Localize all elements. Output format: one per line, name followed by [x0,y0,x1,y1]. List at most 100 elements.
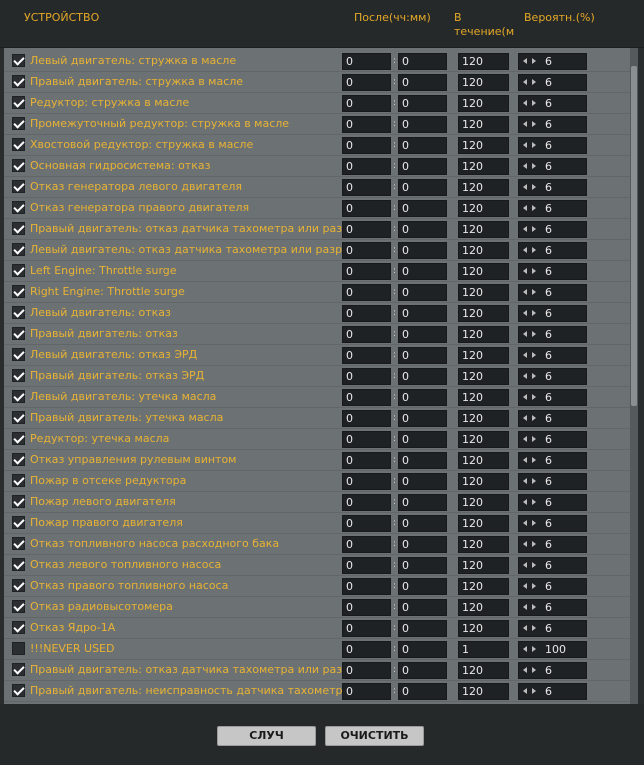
probability-spinner[interactable]: 6 [518,221,587,238]
duration-field[interactable]: 120 [458,515,509,532]
probability-spinner[interactable]: 6 [518,683,587,700]
vertical-scrollbar[interactable] [630,48,638,704]
after-hours-field[interactable]: 0 [342,305,391,322]
after-minutes-field[interactable]: 0 [398,179,447,196]
increment-arrow-icon[interactable] [532,625,536,631]
enable-checkbox[interactable] [12,306,25,319]
duration-field[interactable]: 120 [458,599,509,616]
decrement-arrow-icon[interactable] [523,457,527,463]
after-minutes-field[interactable]: 0 [398,74,447,91]
duration-field[interactable]: 120 [458,53,509,70]
after-hours-field[interactable]: 0 [342,410,391,427]
increment-arrow-icon[interactable] [532,688,536,694]
duration-field[interactable]: 120 [458,389,509,406]
after-minutes-field[interactable]: 0 [398,536,447,553]
enable-checkbox[interactable] [12,684,25,697]
after-minutes-field[interactable]: 0 [398,620,447,637]
increment-arrow-icon[interactable] [532,268,536,274]
after-minutes-field[interactable]: 0 [398,578,447,595]
probability-spinner[interactable]: 6 [518,473,587,490]
increment-arrow-icon[interactable] [532,58,536,64]
enable-checkbox[interactable] [12,579,25,592]
duration-field[interactable]: 120 [458,662,509,679]
after-hours-field[interactable]: 0 [342,53,391,70]
decrement-arrow-icon[interactable] [523,688,527,694]
after-hours-field[interactable]: 0 [342,683,391,700]
duration-field[interactable]: 120 [458,410,509,427]
probability-spinner[interactable]: 6 [518,557,587,574]
probability-spinner[interactable]: 6 [518,158,587,175]
probability-spinner[interactable]: 6 [518,494,587,511]
decrement-arrow-icon[interactable] [523,583,527,589]
duration-field[interactable]: 120 [458,473,509,490]
probability-spinner[interactable]: 100 [518,641,587,658]
probability-spinner[interactable]: 6 [518,620,587,637]
after-minutes-field[interactable]: 0 [398,305,447,322]
increment-arrow-icon[interactable] [532,583,536,589]
after-hours-field[interactable]: 0 [342,284,391,301]
after-hours-field[interactable]: 0 [342,95,391,112]
after-hours-field[interactable]: 0 [342,263,391,280]
decrement-arrow-icon[interactable] [523,520,527,526]
random-button[interactable]: СЛУЧ [217,726,316,746]
probability-spinner[interactable]: 6 [518,53,587,70]
after-minutes-field[interactable]: 0 [398,221,447,238]
probability-spinner[interactable]: 6 [518,95,587,112]
probability-spinner[interactable]: 6 [518,410,587,427]
after-hours-field[interactable]: 0 [342,326,391,343]
probability-spinner[interactable]: 6 [518,74,587,91]
after-hours-field[interactable]: 0 [342,368,391,385]
increment-arrow-icon[interactable] [532,457,536,463]
duration-field[interactable]: 120 [458,431,509,448]
enable-checkbox[interactable] [12,558,25,571]
after-hours-field[interactable]: 0 [342,347,391,364]
decrement-arrow-icon[interactable] [523,310,527,316]
decrement-arrow-icon[interactable] [523,625,527,631]
increment-arrow-icon[interactable] [532,184,536,190]
decrement-arrow-icon[interactable] [523,646,527,652]
after-minutes-field[interactable]: 0 [398,662,447,679]
increment-arrow-icon[interactable] [532,205,536,211]
enable-checkbox[interactable] [12,264,25,277]
increment-arrow-icon[interactable] [532,100,536,106]
increment-arrow-icon[interactable] [532,541,536,547]
after-minutes-field[interactable]: 0 [398,683,447,700]
after-minutes-field[interactable]: 0 [398,494,447,511]
decrement-arrow-icon[interactable] [523,79,527,85]
after-hours-field[interactable]: 0 [342,515,391,532]
probability-spinner[interactable]: 6 [518,578,587,595]
duration-field[interactable]: 120 [458,116,509,133]
increment-arrow-icon[interactable] [532,373,536,379]
after-hours-field[interactable]: 0 [342,557,391,574]
decrement-arrow-icon[interactable] [523,562,527,568]
increment-arrow-icon[interactable] [532,289,536,295]
enable-checkbox[interactable] [12,75,25,88]
increment-arrow-icon[interactable] [532,499,536,505]
after-hours-field[interactable]: 0 [342,599,391,616]
clear-button[interactable]: ОЧИСТИТЬ [325,726,424,746]
enable-checkbox[interactable] [12,621,25,634]
after-minutes-field[interactable]: 0 [398,599,447,616]
enable-checkbox[interactable] [12,285,25,298]
decrement-arrow-icon[interactable] [523,142,527,148]
decrement-arrow-icon[interactable] [523,184,527,190]
duration-field[interactable]: 120 [458,347,509,364]
increment-arrow-icon[interactable] [532,163,536,169]
after-minutes-field[interactable]: 0 [398,368,447,385]
after-minutes-field[interactable]: 0 [398,284,447,301]
probability-spinner[interactable]: 6 [518,431,587,448]
duration-field[interactable]: 120 [458,95,509,112]
increment-arrow-icon[interactable] [532,247,536,253]
enable-checkbox[interactable] [12,117,25,130]
enable-checkbox[interactable] [12,516,25,529]
enable-checkbox[interactable] [12,180,25,193]
enable-checkbox[interactable] [12,537,25,550]
after-minutes-field[interactable]: 0 [398,326,447,343]
after-minutes-field[interactable]: 0 [398,95,447,112]
decrement-arrow-icon[interactable] [523,100,527,106]
increment-arrow-icon[interactable] [532,436,536,442]
after-minutes-field[interactable]: 0 [398,242,447,259]
decrement-arrow-icon[interactable] [523,415,527,421]
decrement-arrow-icon[interactable] [523,331,527,337]
enable-checkbox[interactable] [12,663,25,676]
